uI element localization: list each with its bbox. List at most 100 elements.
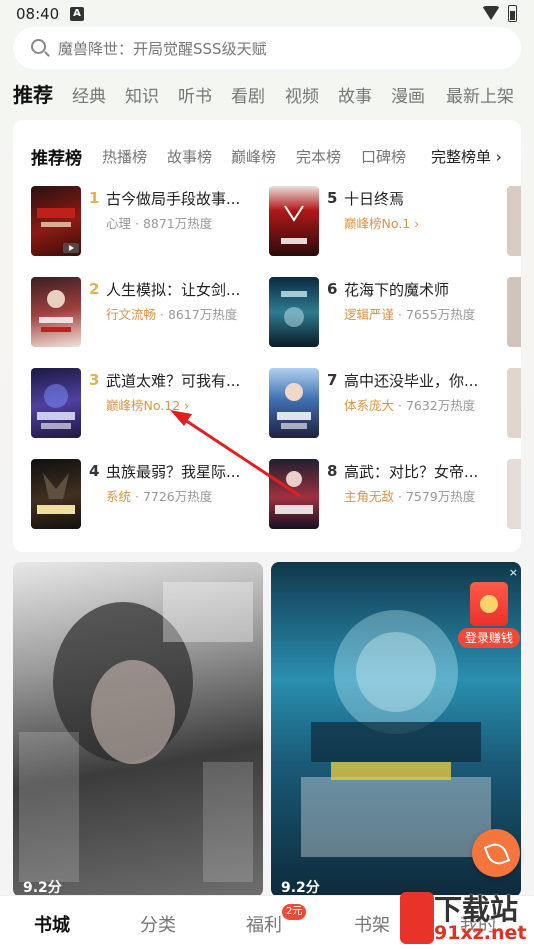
book-tag: 行文流畅 xyxy=(106,307,157,322)
rank-tab-story[interactable]: 故事榜 xyxy=(167,146,212,167)
book-meta: 巅峰榜No.1 › xyxy=(344,213,419,232)
search-icon xyxy=(31,39,46,54)
ranking-card: 推荐榜 热播榜 故事榜 巅峰榜 完本榜 口碑榜 完整榜单 › 1 古今做局手段故… xyxy=(13,120,521,552)
ranking-tabs: 推荐榜 热播榜 故事榜 巅峰榜 完本榜 口碑榜 完整榜单 › xyxy=(13,142,521,169)
book-item[interactable]: 1 古今做局手段故事... 心理 · 8871万热度 xyxy=(31,186,261,258)
full-ranking-link[interactable]: 完整榜单 › xyxy=(431,146,502,167)
book-item[interactable]: 5 十日终焉 巅峰榜No.1 › xyxy=(269,186,521,258)
cover-art xyxy=(37,208,79,253)
book-tag: 体系庞大 xyxy=(344,398,395,413)
cover-art xyxy=(277,383,311,429)
status-bar: 08:40 A xyxy=(0,0,534,28)
book-tag: 逻辑严谨 xyxy=(344,307,395,322)
book-meta: 巅峰榜No.12 › xyxy=(106,395,189,414)
book-item[interactable]: 2 人生模拟：让女剑... 行文流畅 · 8617万热度 xyxy=(31,277,261,349)
book-cover xyxy=(269,277,319,347)
book-title: 古今做局手段故事... xyxy=(106,190,241,208)
next-column-peek xyxy=(507,368,521,438)
status-time: 08:40 xyxy=(16,5,60,23)
cover-art xyxy=(37,473,75,514)
nav-welfare[interactable]: 福利 xyxy=(246,911,282,937)
feed-card[interactable]: 9.2分 xyxy=(13,562,263,897)
tab-knowledge[interactable]: 知识 xyxy=(125,82,159,107)
book-meta: 体系庞大 · 7632万热度 xyxy=(344,395,475,414)
tab-audiobook[interactable]: 听书 xyxy=(178,82,212,107)
book-cover xyxy=(31,277,81,347)
nav-bookstore[interactable]: 书城 xyxy=(34,911,70,937)
tab-new[interactable]: 最新上架 xyxy=(446,82,514,107)
book-meta: 主角无敌 · 7579万热度 xyxy=(344,486,475,505)
next-column-peek xyxy=(507,277,521,347)
book-meta: 行文流畅 · 8617万热度 xyxy=(106,304,237,323)
book-item[interactable]: 6 花海下的魔术师 逻辑严谨 · 7655万热度 xyxy=(269,277,521,349)
search-bar[interactable]: 魔兽降世：开局觉醒SSS级天赋 xyxy=(13,27,521,69)
book-item[interactable]: 3 武道太难？可我有... 巅峰榜No.12 › xyxy=(31,368,261,440)
book-tag: 心理 xyxy=(106,216,132,231)
book-tag: 主角无敌 xyxy=(344,489,395,504)
book-rank-link[interactable]: 巅峰榜No.12 › xyxy=(106,398,189,413)
rank-tab-recommend[interactable]: 推荐榜 xyxy=(31,144,82,169)
nav-bookshelf[interactable]: 书架 xyxy=(354,911,390,937)
tab-recommend[interactable]: 推荐 xyxy=(13,79,53,108)
cover-art xyxy=(275,471,313,514)
book-title: 十日终焉 xyxy=(344,190,405,208)
next-column-peek xyxy=(507,186,521,256)
book-item[interactable]: 4 虫族最弱？我星际... 系统 · 7726万热度 xyxy=(31,459,261,531)
book-cover xyxy=(31,368,81,438)
nav-category[interactable]: 分类 xyxy=(140,911,176,937)
book-rank-link[interactable]: 巅峰榜No.1 › xyxy=(344,216,419,231)
rank-tab-peak[interactable]: 巅峰榜 xyxy=(231,146,276,167)
book-heat: · 7655万热度 xyxy=(398,307,476,322)
tab-classic[interactable]: 经典 xyxy=(72,82,106,107)
book-tag: 系统 xyxy=(106,489,132,504)
rank-tab-reputation[interactable]: 口碑榜 xyxy=(361,146,406,167)
red-packet-widget[interactable]: × 登录赚钱 xyxy=(456,566,522,648)
book-item[interactable]: 8 高武：对比？女帝... 主角无敌 · 7579万热度 xyxy=(269,459,521,531)
book-cover xyxy=(269,186,319,256)
tab-drama[interactable]: 看剧 xyxy=(231,82,265,107)
book-heat: · 7632万热度 xyxy=(398,398,476,413)
book-meta: 逻辑严谨 · 7655万热度 xyxy=(344,304,475,323)
book-cover xyxy=(31,186,81,256)
tab-comic[interactable]: 漫画 xyxy=(391,82,425,107)
watermark: 下载站 91xz.net xyxy=(400,888,534,950)
rank-tab-hot[interactable]: 热播榜 xyxy=(102,146,147,167)
book-heat: · 7726万热度 xyxy=(135,489,213,504)
write-icon[interactable] xyxy=(472,829,520,877)
rank-number: 1 xyxy=(89,189,100,207)
book-meta: 心理 · 8871万热度 xyxy=(106,213,212,232)
book-title: 虫族最弱？我星际... xyxy=(106,463,241,481)
rank-number: 5 xyxy=(327,189,338,207)
cover-art xyxy=(281,291,307,327)
rank-number: 6 xyxy=(327,280,338,298)
book-heat: · 8617万热度 xyxy=(160,307,238,322)
book-heat: · 8871万热度 xyxy=(135,216,213,231)
rank-number: 8 xyxy=(327,462,338,480)
tab-video[interactable]: 视频 xyxy=(285,82,319,107)
book-item[interactable]: 7 高中还没毕业，你... 体系庞大 · 7632万热度 xyxy=(269,368,521,440)
book-heat: · 7579万热度 xyxy=(398,489,476,504)
book-cover xyxy=(269,368,319,438)
rank-number: 2 xyxy=(89,280,100,298)
category-tabs: 推荐 经典 知识 听书 看剧 视频 故事 漫画 最新上架 xyxy=(0,76,534,112)
watermark-url: 91xz.net xyxy=(434,922,527,944)
rank-number: 3 xyxy=(89,371,100,389)
book-cover xyxy=(269,459,319,529)
welfare-badge: 2元 xyxy=(282,904,307,920)
rank-number: 7 xyxy=(327,371,338,389)
feed-score: 9.2分 xyxy=(281,880,320,896)
book-title: 花海下的魔术师 xyxy=(344,281,450,299)
cover-art xyxy=(281,205,307,244)
watermark-logo xyxy=(400,892,434,944)
next-column-peek xyxy=(507,459,521,529)
login-earn-button[interactable]: 登录赚钱 xyxy=(458,628,520,648)
tab-story[interactable]: 故事 xyxy=(338,82,372,107)
feed-score: 9.2分 xyxy=(23,880,62,896)
feed-cover-art xyxy=(19,582,253,882)
book-cover xyxy=(31,459,81,529)
wifi-icon xyxy=(482,6,500,20)
rank-tab-complete[interactable]: 完本榜 xyxy=(296,146,341,167)
book-title: 武道太难？可我有... xyxy=(106,372,241,390)
close-icon[interactable]: × xyxy=(509,566,518,579)
book-meta: 系统 · 7726万热度 xyxy=(106,486,212,505)
